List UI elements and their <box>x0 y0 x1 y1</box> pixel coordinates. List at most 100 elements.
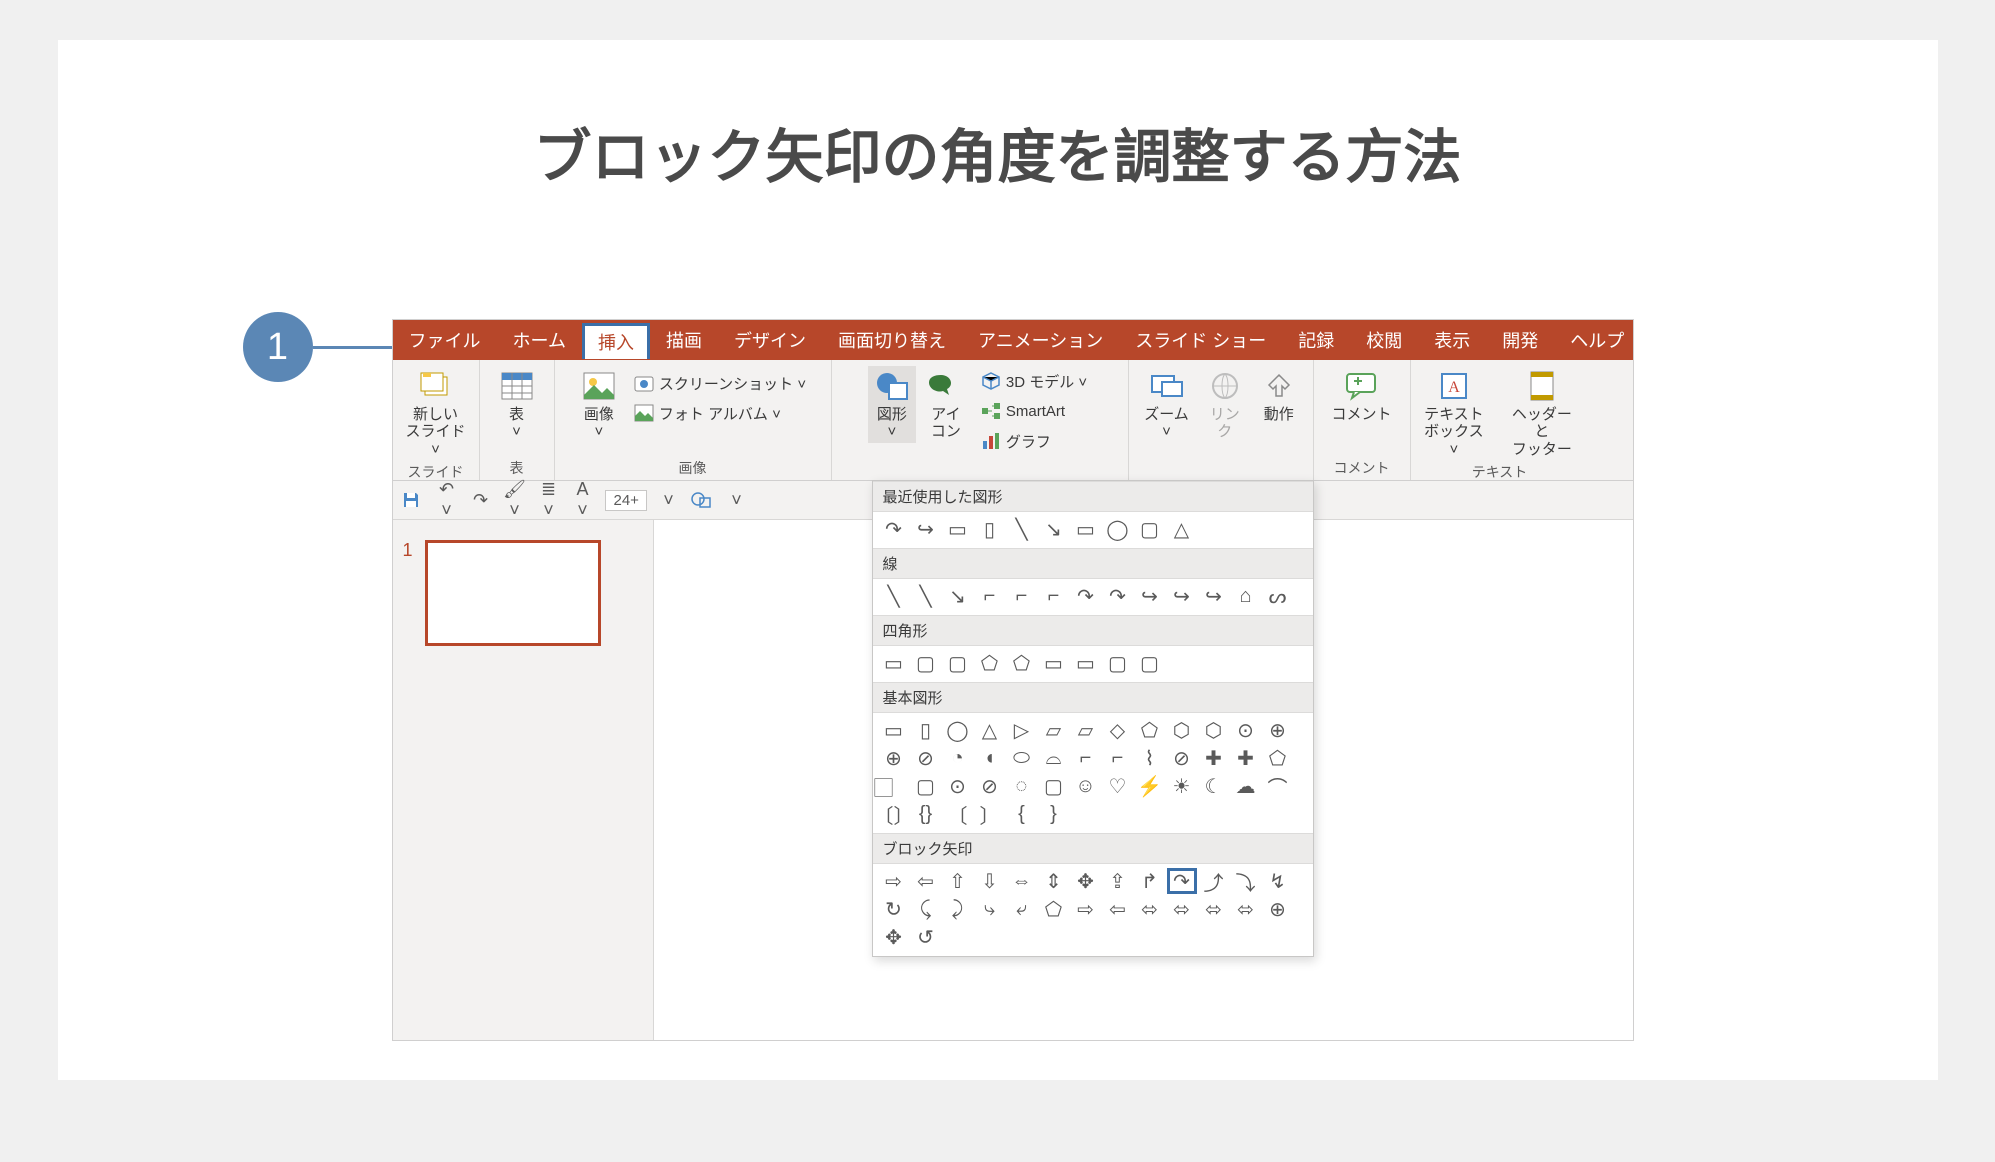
undo-icon[interactable]: ↶ ˅ <box>435 479 459 521</box>
shape-item[interactable]: {} <box>911 801 941 827</box>
shape-item[interactable]: 〔 <box>943 801 973 827</box>
shape-item[interactable]: ⬄ <box>1167 896 1197 922</box>
shape-item[interactable]: ⬠ <box>1135 717 1165 743</box>
shape-item[interactable]: ⤷ <box>975 896 1005 922</box>
shape-item[interactable]: ◯ <box>943 717 973 743</box>
shape-item[interactable]: ◌ <box>1007 773 1037 799</box>
shape-item[interactable]: ↪ <box>1199 583 1229 609</box>
shape-item[interactable]: ⊘ <box>975 773 1005 799</box>
tab-slideshow[interactable]: スライド ショー <box>1119 320 1282 360</box>
shape-item[interactable]: ⬠ <box>975 650 1005 676</box>
shape-item[interactable]: ↷ <box>879 516 909 542</box>
shape-item[interactable]: ⇩ <box>975 868 1005 894</box>
shape-item[interactable]: ↪ <box>911 516 941 542</box>
shape-item[interactable]: ⊙ <box>943 773 973 799</box>
shape-item[interactable]: ⌇ <box>1135 745 1165 771</box>
shape-item[interactable]: ✥ <box>1071 868 1101 894</box>
shape-item[interactable]: ⌐ <box>1071 745 1101 771</box>
shape-item[interactable]: ▭ <box>1071 650 1101 676</box>
qat-chevron-icon[interactable]: ˅ <box>725 490 749 511</box>
shape-item[interactable]: ▭ <box>879 650 909 676</box>
shape-item[interactable]: ⊕ <box>879 745 909 771</box>
tab-file[interactable]: ファイル <box>393 320 497 360</box>
shape-item[interactable]: ⇨ <box>1071 896 1101 922</box>
shape-item[interactable]: ♡ <box>1103 773 1133 799</box>
shape-item[interactable]: { <box>1007 801 1037 827</box>
shape-item[interactable]: ✚ <box>1199 745 1229 771</box>
shape-item[interactable]: ▱ <box>1039 717 1069 743</box>
chart-button[interactable]: グラフ <box>976 428 1091 454</box>
shape-item[interactable]: ⬭ <box>1007 745 1037 771</box>
shape-item[interactable]: ▷ <box>1007 717 1037 743</box>
shape-item[interactable]: ⌒ <box>1263 773 1293 799</box>
shape-item[interactable]: ᔕ <box>1263 583 1293 609</box>
shape-item[interactable]: ◯ <box>1103 516 1133 542</box>
shape-item[interactable]: ☺ <box>1071 773 1101 799</box>
shape-item[interactable]: ⬠ <box>1007 650 1037 676</box>
shape-item[interactable]: ☾ <box>1199 773 1229 799</box>
tab-record[interactable]: 記録 <box>1282 320 1350 360</box>
shape-item[interactable]: ⤴ <box>1199 868 1229 894</box>
smartart-button[interactable]: SmartArt <box>976 398 1091 424</box>
3d-model-button[interactable]: 3D モデル ˅ <box>976 368 1091 394</box>
image-button[interactable]: 画像 ˅ <box>575 366 623 443</box>
font-icon[interactable]: A ˅ <box>571 479 595 521</box>
tab-home[interactable]: ホーム <box>497 320 582 360</box>
comment-button[interactable]: コメント <box>1325 366 1397 425</box>
screenshot-button[interactable]: スクリーンショット ˅ <box>629 370 810 396</box>
shape-item[interactable]: ↻ <box>879 896 909 922</box>
shape-item[interactable]: △ <box>1167 516 1197 542</box>
shape-item[interactable]: ⚡ <box>1135 773 1165 799</box>
shape-item[interactable]: 〕 <box>975 801 1005 827</box>
shape-item[interactable]: ⤶ <box>1007 896 1037 922</box>
shape-item[interactable]: ▭ <box>1039 650 1069 676</box>
shape-item[interactable]: ⊕ <box>1263 717 1293 743</box>
shape-item[interactable]: ⌐ <box>1039 583 1069 609</box>
shape-item[interactable]: ⤸ <box>943 896 973 922</box>
shape-item[interactable]: ☀ <box>1167 773 1197 799</box>
shape-item[interactable]: ⊕ <box>1263 896 1293 922</box>
shape-item[interactable]: ⌐ <box>975 583 1005 609</box>
header-footer-button[interactable]: ヘッダーと フッター <box>1499 366 1584 460</box>
tab-draw[interactable]: 描画 <box>650 320 718 360</box>
tab-help[interactable]: ヘルプ <box>1554 320 1632 360</box>
shape-item[interactable]: ⊙ <box>1231 717 1261 743</box>
shape-item[interactable]: ▢ <box>1135 650 1165 676</box>
shapes-button[interactable]: 図形 ˅ <box>868 366 916 443</box>
shape-item[interactable]: ⇦ <box>1103 896 1133 922</box>
action-button[interactable]: 動作 <box>1255 366 1303 425</box>
shape-item[interactable]: ⬡ <box>1167 717 1197 743</box>
shape-item[interactable]: ⬄ <box>1135 896 1165 922</box>
tab-transitions[interactable]: 画面切り替え <box>822 320 962 360</box>
font-size-chevron-icon[interactable]: ˅ <box>657 490 681 511</box>
tab-animations[interactable]: アニメーション <box>962 320 1119 360</box>
shape-item[interactable]: ▭ <box>1071 516 1101 542</box>
shape-item[interactable]: ▢ <box>943 650 973 676</box>
shape-item[interactable]: ▯ <box>911 717 941 743</box>
font-size-box[interactable]: 24+ <box>605 490 647 511</box>
save-icon[interactable] <box>401 490 425 510</box>
shape-item[interactable]: ⇨ <box>879 868 909 894</box>
link-button[interactable]: リン ク <box>1201 366 1249 443</box>
textbox-button[interactable]: A テキスト ボックス˅ <box>1415 366 1494 460</box>
shape-item[interactable]: ⤹ <box>911 896 941 922</box>
shape-item[interactable]: } <box>1039 801 1069 827</box>
shape-item[interactable]: ⇕ <box>1039 868 1069 894</box>
photo-album-button[interactable]: フォト アルバム ˅ <box>629 400 810 426</box>
tab-review[interactable]: 校閲 <box>1350 320 1418 360</box>
shape-item[interactable]: △ <box>975 717 1005 743</box>
shape-item[interactable]: ▢ <box>1039 773 1069 799</box>
shape-item[interactable]: ╲ <box>911 583 941 609</box>
table-button[interactable]: 表 ˅ <box>493 366 541 443</box>
shape-item[interactable]: ⌓ <box>1039 745 1069 771</box>
format-painter-icon[interactable]: 🖌 ˅ <box>503 479 527 521</box>
shape-item[interactable]: ▭ <box>879 717 909 743</box>
shape-item[interactable]: ↷ <box>1071 583 1101 609</box>
shape-item[interactable]: ↱ <box>1135 868 1165 894</box>
shape-item[interactable]: ⇔ <box>1007 868 1037 894</box>
shape-item[interactable]: ↪ <box>1167 583 1197 609</box>
shape-item[interactable]: ⇪ <box>1103 868 1133 894</box>
shape-item[interactable]: ╲ <box>879 583 909 609</box>
redo-icon[interactable]: ↷ <box>469 490 493 511</box>
shape-item[interactable]: ✥ <box>879 924 909 950</box>
